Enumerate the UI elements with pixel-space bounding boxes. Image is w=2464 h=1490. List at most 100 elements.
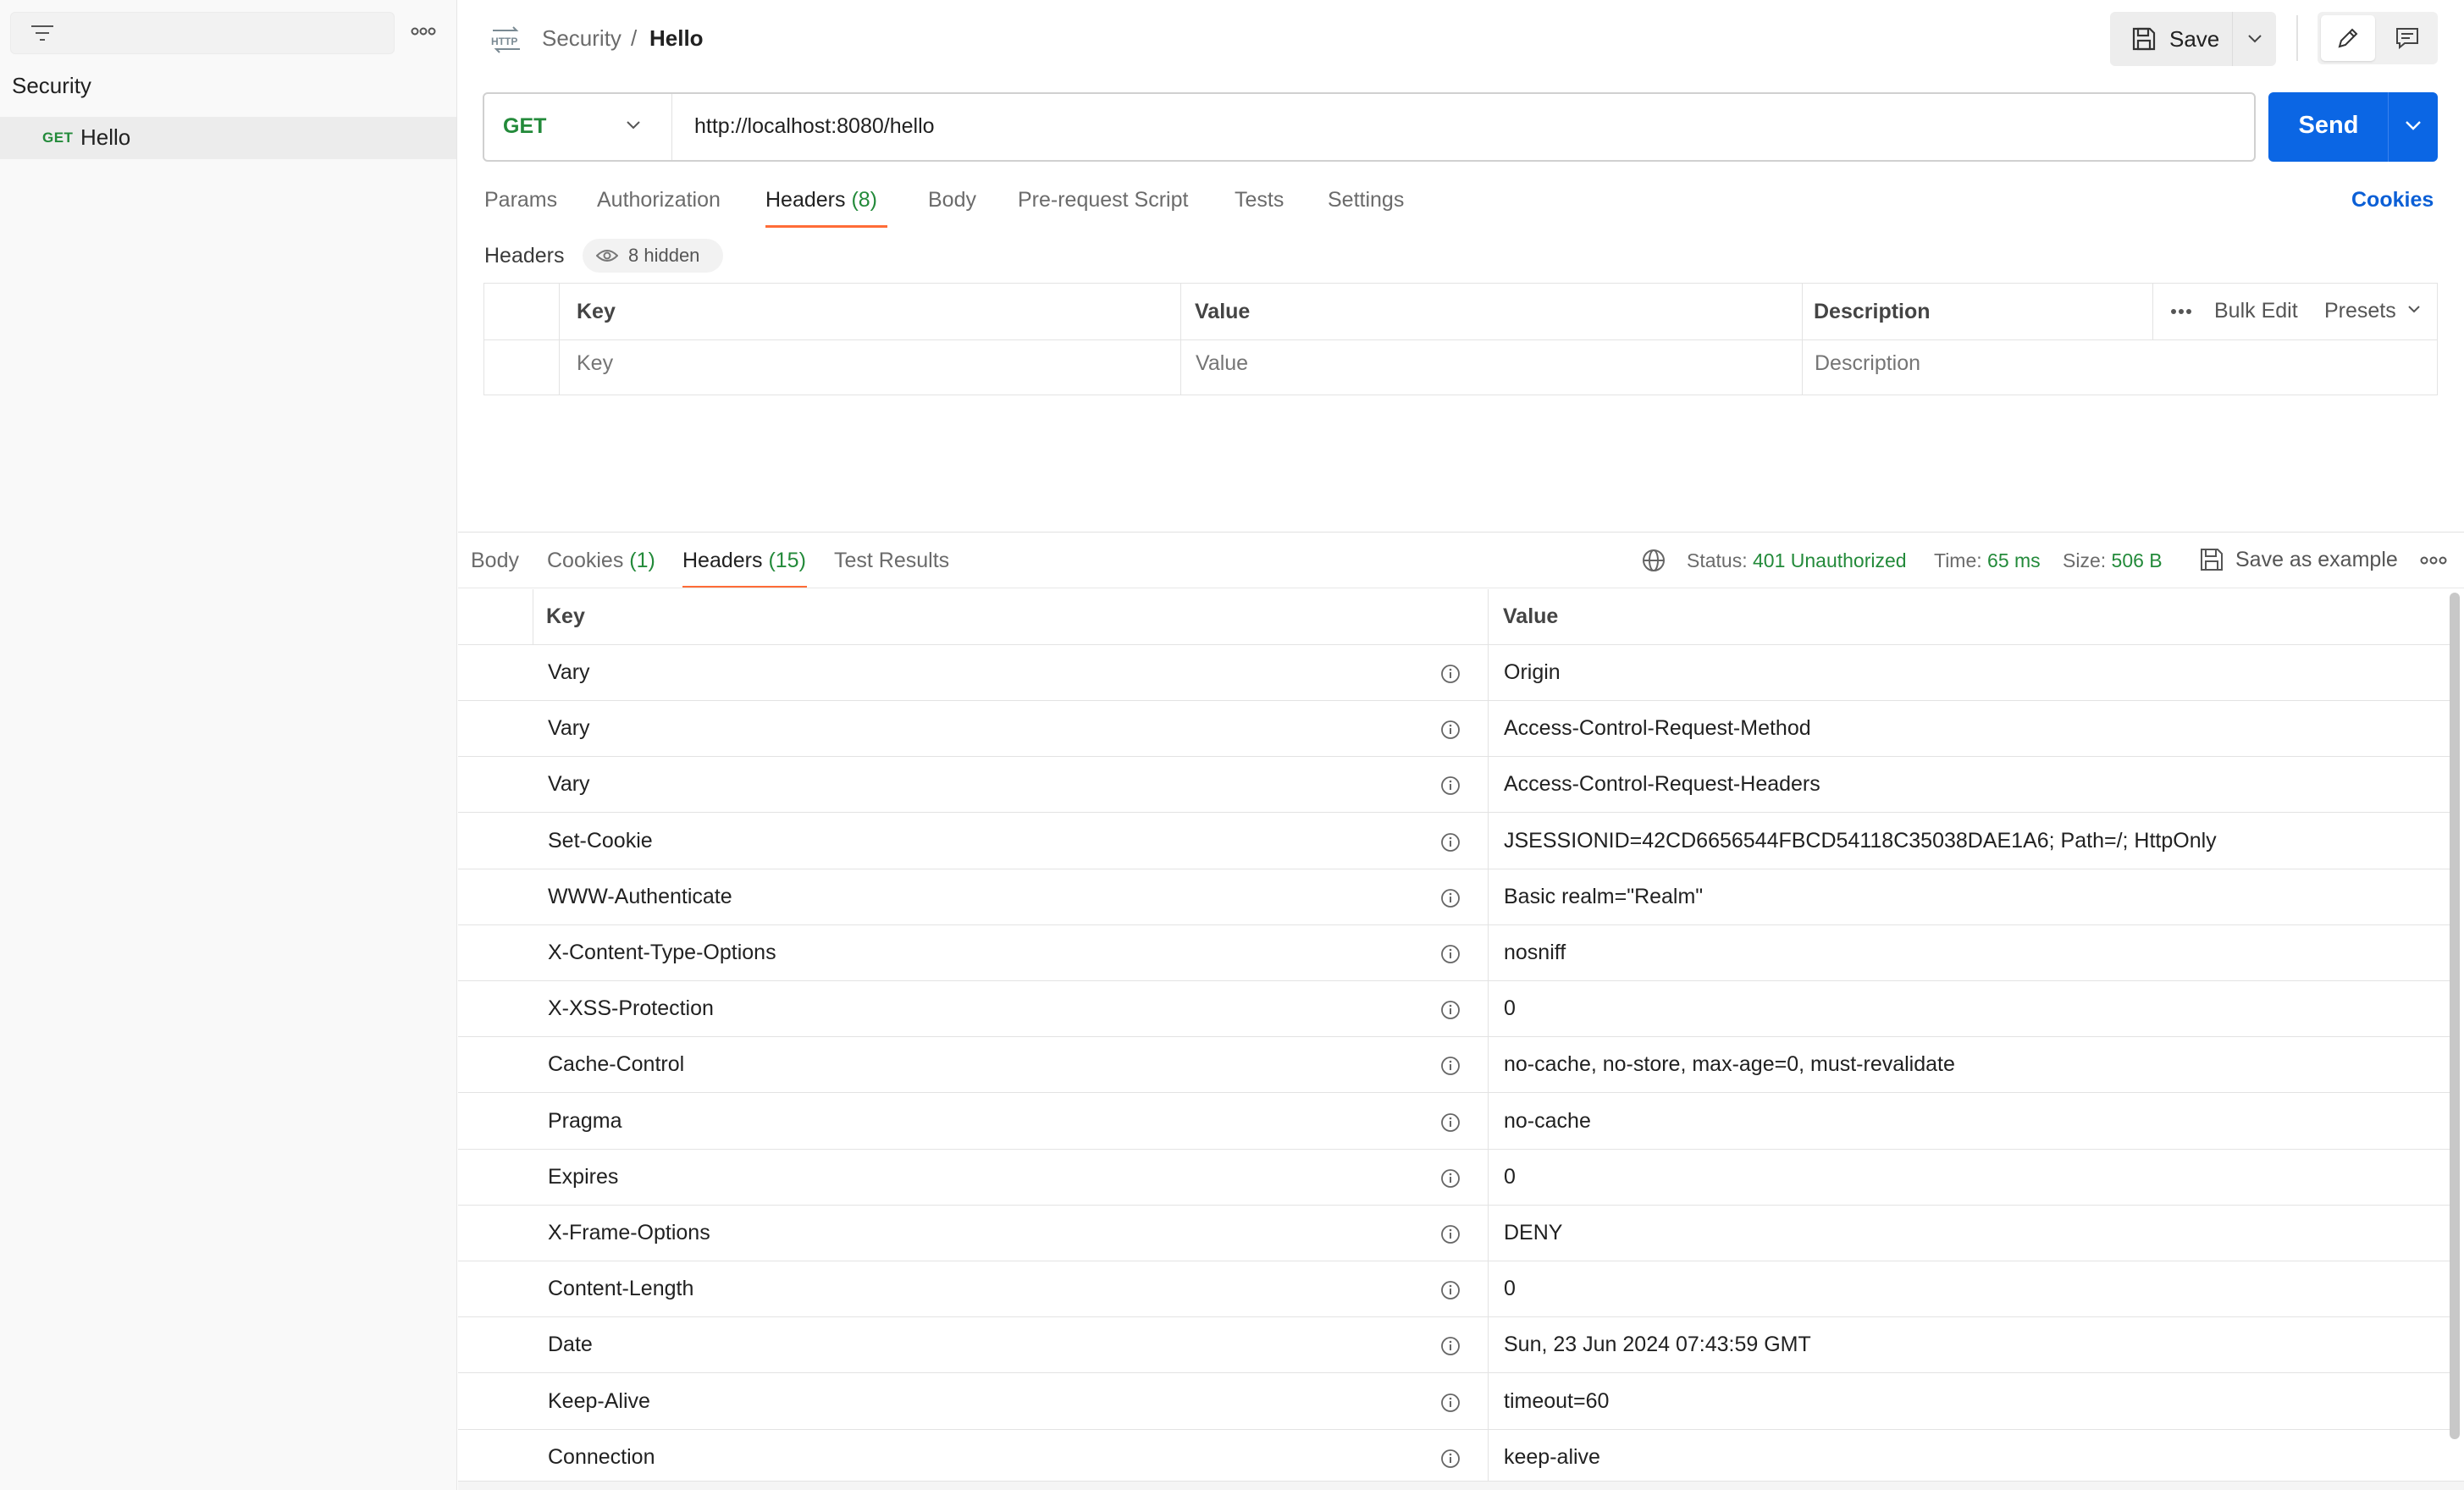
header-description-input[interactable] (1815, 351, 2086, 376)
info-icon[interactable] (1440, 1224, 1461, 1244)
column-header-key: Key (577, 300, 616, 323)
header-key: Set-Cookie (548, 828, 653, 853)
table-row[interactable]: Vary Access-Control-Request-Headers (458, 757, 2450, 814)
info-icon[interactable] (1440, 1056, 1461, 1076)
table-row[interactable]: WWW-Authenticate Basic realm="Realm" (458, 869, 2450, 925)
url-input[interactable] (694, 114, 2218, 139)
table-row[interactable]: Vary Access-Control-Request-Method (458, 701, 2450, 758)
comments-button[interactable] (2380, 15, 2434, 61)
tab-params[interactable]: Params (484, 188, 557, 212)
tab-tests[interactable]: Tests (1235, 188, 1284, 212)
response-tab-test-results[interactable]: Test Results (834, 549, 949, 573)
header-key: Connection (548, 1444, 655, 1469)
table-row[interactable]: X-Frame-Options DENY (458, 1206, 2450, 1261)
header-key: Cache-Control (548, 1052, 685, 1077)
info-icon[interactable] (1440, 775, 1461, 796)
table-row[interactable]: Pragma no-cache (458, 1094, 2450, 1150)
header-value: nosniff (1504, 941, 1566, 964)
info-icon[interactable] (1440, 1112, 1461, 1133)
header-key: Vary (548, 772, 590, 797)
tab-headers[interactable]: Headers (8) (765, 188, 877, 212)
more-options-icon[interactable] (2169, 302, 2193, 321)
info-icon[interactable] (1440, 1336, 1461, 1356)
method-select-value: GET (503, 114, 547, 138)
bulk-edit-button[interactable]: Bulk Edit (2214, 299, 2298, 323)
response-time[interactable]: Time: 65 ms (1934, 549, 2041, 572)
sidebar-collection-security[interactable]: Security (12, 73, 91, 99)
info-icon[interactable] (1440, 1168, 1461, 1189)
more-options-icon[interactable] (2420, 555, 2447, 566)
tab-label: Tests (1235, 188, 1284, 212)
tab-label: Body (928, 188, 976, 212)
table-row[interactable]: Expires 0 (458, 1150, 2450, 1206)
table-header-row: Key Value (458, 589, 2450, 645)
info-icon[interactable] (1440, 1393, 1461, 1413)
response-tab-body[interactable]: Body (471, 549, 519, 573)
tab-count: (8) (851, 188, 878, 212)
save-dropdown-button[interactable] (2234, 12, 2276, 66)
table-row[interactable]: Content-Length 0 (458, 1261, 2450, 1318)
breadcrumb-collection[interactable]: Security (542, 25, 622, 52)
table-row[interactable]: X-Content-Type-Options nosniff (458, 925, 2450, 981)
response-tab-cookies[interactable]: Cookies (1) (547, 549, 655, 573)
hidden-headers-label: 8 hidden (628, 245, 700, 266)
table-row[interactable]: Cache-Control no-cache, no-store, max-age… (458, 1037, 2450, 1094)
table-row[interactable]: Keep-Alive timeout=60 (458, 1374, 2450, 1430)
info-icon[interactable] (1440, 944, 1461, 964)
info-icon[interactable] (1440, 1449, 1461, 1469)
column-header-description: Description (1814, 300, 1931, 323)
info-icon[interactable] (1440, 1280, 1461, 1300)
tab-authorization[interactable]: Authorization (597, 188, 721, 212)
more-options-icon[interactable] (410, 19, 437, 44)
time-value: 65 ms (1987, 549, 2041, 571)
header-value-input[interactable] (1196, 351, 1467, 376)
info-icon[interactable] (1440, 720, 1461, 740)
chevron-down-icon (2406, 121, 2421, 130)
info-icon[interactable] (1440, 1000, 1461, 1020)
response-scrollbar[interactable] (2450, 593, 2460, 1439)
tab-pre-request-script[interactable]: Pre-request Script (1018, 188, 1188, 212)
response-status[interactable]: Status: 401 Unauthorized (1687, 549, 1907, 572)
save-as-example-button[interactable]: Save as example (2235, 548, 2398, 572)
tab-settings[interactable]: Settings (1328, 188, 1404, 212)
info-icon[interactable] (1440, 664, 1461, 684)
header-value: Access-Control-Request-Headers (1504, 772, 1820, 797)
send-dropdown-button[interactable] (2389, 92, 2438, 162)
table-row[interactable]: Connection keep-alive (458, 1430, 2450, 1486)
status-value: 401 Unauthorized (1753, 549, 1907, 571)
table-row[interactable]: Date Sun, 23 Jun 2024 07:43:59 GMT (458, 1317, 2450, 1374)
edit-mode-button[interactable] (2321, 15, 2375, 61)
sidebar-request-hello[interactable]: GET Hello (0, 117, 456, 159)
hidden-headers-toggle[interactable]: 8 hidden (583, 239, 723, 273)
filter-icon[interactable] (30, 23, 55, 45)
cookies-link[interactable]: Cookies (2351, 188, 2434, 212)
header-value: keep-alive (1504, 1444, 1600, 1469)
table-row[interactable]: Vary Origin (458, 645, 2450, 701)
send-button-group: Send (2268, 92, 2438, 162)
tab-body[interactable]: Body (928, 188, 976, 212)
header-key: Content-Length (548, 1277, 694, 1301)
header-key-input[interactable] (577, 351, 848, 376)
pane-divider[interactable] (458, 532, 2464, 533)
tab-label: Params (484, 188, 558, 212)
header-key: X-Content-Type-Options (548, 941, 776, 964)
info-icon[interactable] (1440, 832, 1461, 853)
presets-dropdown[interactable]: Presets (2324, 299, 2396, 323)
tab-label: Headers (682, 549, 763, 572)
header-key: Keep-Alive (548, 1388, 650, 1413)
tab-label: Test Results (834, 549, 950, 572)
response-size[interactable]: Size: 506 B (2063, 549, 2163, 572)
table-row[interactable]: Set-Cookie JSESSIONID=42CD6656544FBCD5411… (458, 814, 2450, 869)
header-value: Sun, 23 Jun 2024 07:43:59 GMT (1504, 1333, 1811, 1357)
sidebar-filter-bar[interactable] (10, 12, 395, 54)
info-icon[interactable] (1440, 888, 1461, 908)
response-tab-headers[interactable]: Headers (15) (682, 549, 806, 573)
table-row[interactable]: X-XSS-Protection 0 (458, 981, 2450, 1038)
save-button[interactable]: Save (2110, 12, 2233, 66)
method-select[interactable]: GET (484, 94, 672, 160)
active-tab-indicator (765, 225, 887, 228)
send-button[interactable]: Send (2268, 92, 2389, 162)
status-label: Status: (1687, 549, 1748, 571)
breadcrumb-request-name[interactable]: Hello (649, 25, 704, 52)
globe-icon[interactable] (1641, 548, 1666, 573)
